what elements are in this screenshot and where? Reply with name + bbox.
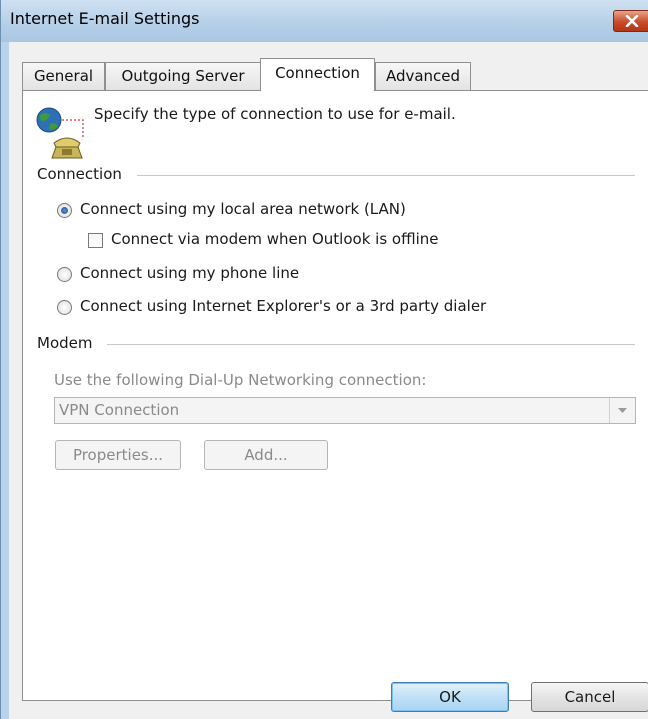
properties-button[interactable]: Properties... bbox=[55, 440, 181, 470]
radio-third-party-dialer[interactable] bbox=[57, 300, 72, 315]
tab-connection[interactable]: Connection bbox=[260, 58, 375, 91]
tab-advanced[interactable]: Advanced bbox=[375, 62, 471, 90]
radio-lan[interactable] bbox=[57, 203, 72, 218]
dialog-window: Internet E-mail Settings General Outgoin… bbox=[0, 0, 648, 719]
dialup-connection-select[interactable]: VPN Connection bbox=[54, 397, 636, 424]
radio-lan-label[interactable]: Connect using my local area network (LAN… bbox=[80, 200, 406, 218]
title-bar[interactable]: Internet E-mail Settings bbox=[1, 0, 648, 42]
close-icon bbox=[625, 15, 639, 27]
dialup-connection-value: VPN Connection bbox=[59, 401, 180, 419]
ok-button[interactable]: OK bbox=[391, 682, 509, 712]
cancel-button[interactable]: Cancel bbox=[531, 682, 648, 712]
intro-text: Specify the type of connection to use fo… bbox=[94, 105, 456, 123]
modem-section-label: Modem bbox=[37, 334, 99, 352]
dialup-label: Use the following Dial-Up Networking con… bbox=[54, 371, 427, 389]
tab-general[interactable]: General bbox=[22, 62, 105, 90]
dropdown-arrow-button[interactable] bbox=[609, 398, 635, 423]
window-title: Internet E-mail Settings bbox=[10, 9, 200, 28]
close-button[interactable] bbox=[613, 10, 648, 32]
radio-phone-line[interactable] bbox=[57, 267, 72, 282]
connection-section-label: Connection bbox=[37, 165, 128, 183]
checkbox-modem-offline[interactable] bbox=[88, 233, 103, 248]
network-phone-icon bbox=[36, 107, 84, 159]
dialog-client-area: General Outgoing Server Connection Advan… bbox=[9, 42, 648, 719]
checkbox-modem-offline-label[interactable]: Connect via modem when Outlook is offlin… bbox=[111, 230, 439, 248]
connection-divider bbox=[137, 175, 635, 176]
tab-strip: General Outgoing Server Connection Advan… bbox=[9, 42, 648, 91]
radio-third-party-dialer-label[interactable]: Connect using Internet Explorer's or a 3… bbox=[80, 297, 486, 315]
radio-phone-line-label[interactable]: Connect using my phone line bbox=[80, 264, 299, 282]
add-button[interactable]: Add... bbox=[204, 440, 328, 470]
modem-divider bbox=[107, 344, 635, 345]
tab-outgoing-server[interactable]: Outgoing Server bbox=[105, 62, 261, 90]
chevron-down-icon bbox=[618, 408, 627, 413]
